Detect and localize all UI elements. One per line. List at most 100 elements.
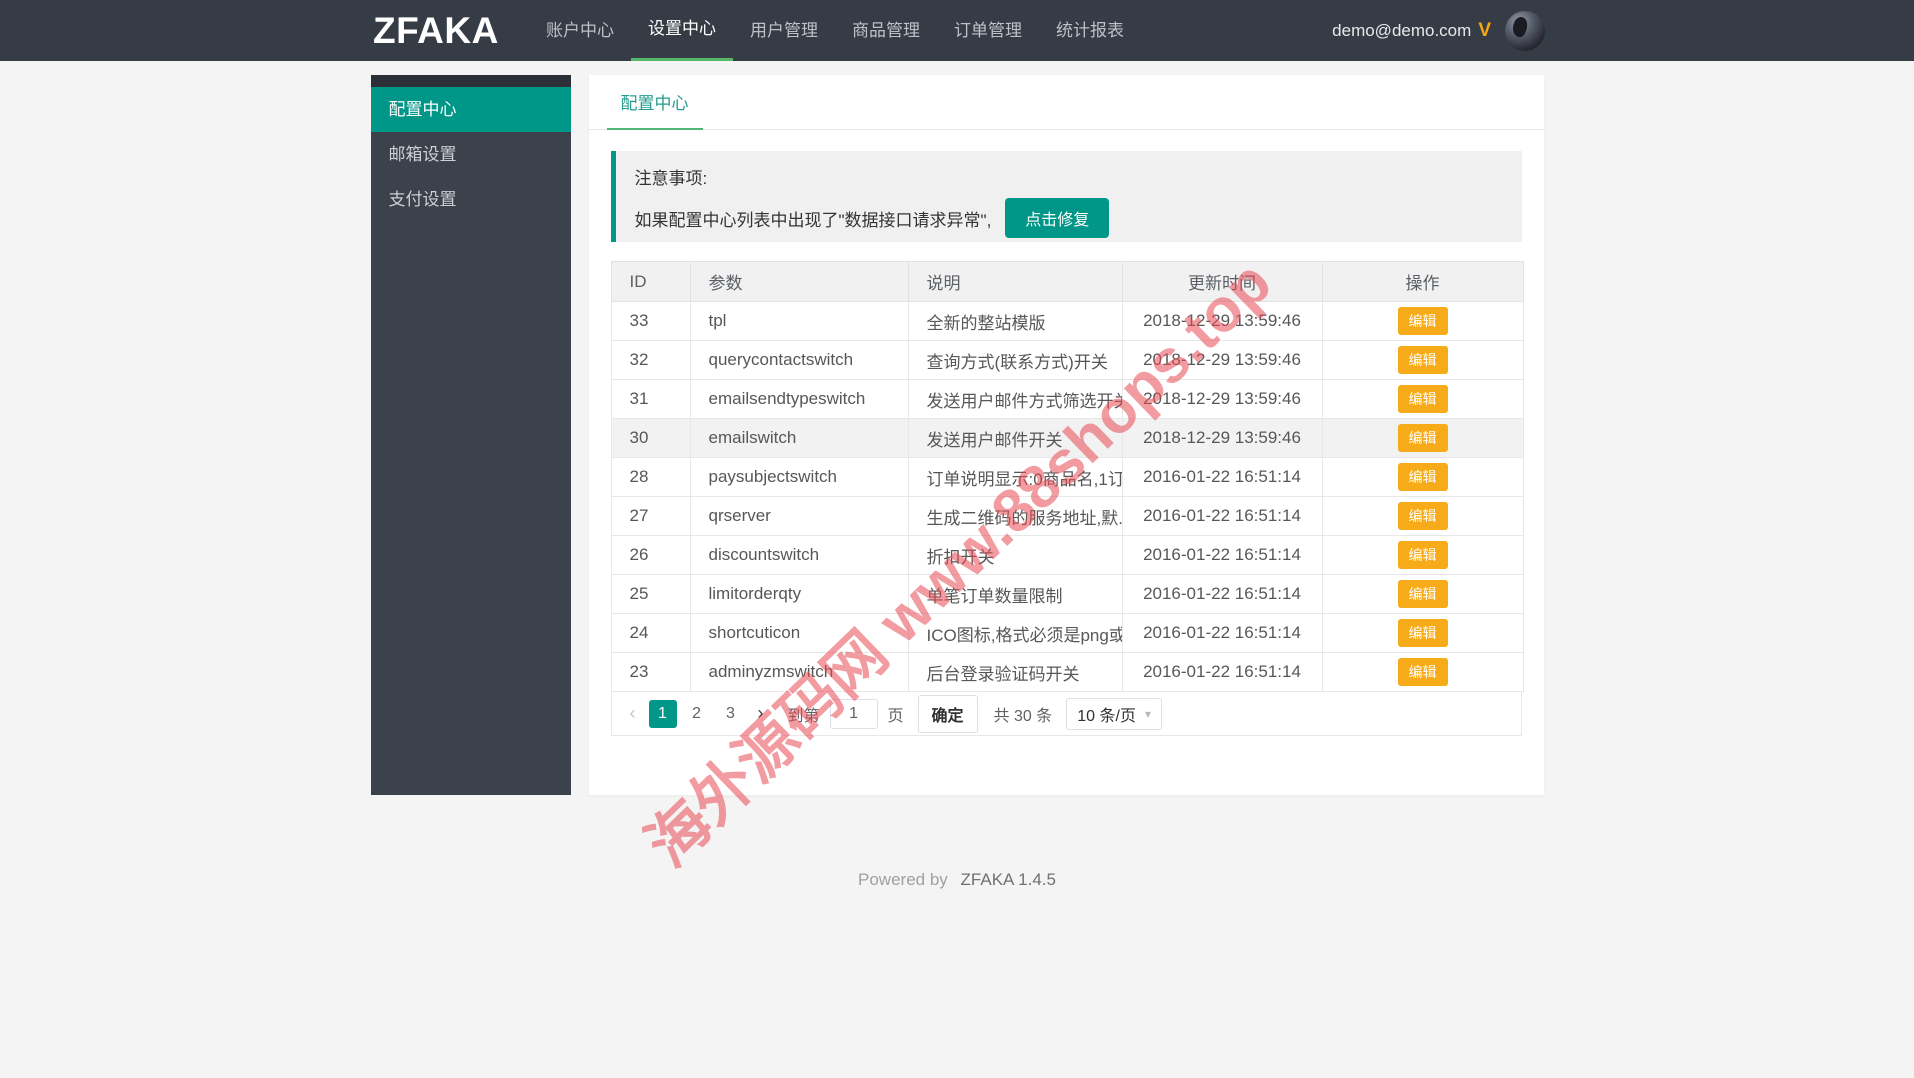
cell-desc: 订单说明显示:0商品名,1订... [907,457,1123,497]
cell-id: 25 [610,574,691,614]
table-row: 25 limitorderqty 单笔订单数量限制 2016-01-22 16:… [610,574,1524,614]
top-navbar: ZFAKA 账户中心 设置中心 用户管理 商品管理 订单管理 统计报表 demo… [0,0,1914,61]
table-row: 28 paysubjectswitch 订单说明显示:0商品名,1订... 20… [610,457,1524,497]
edit-button[interactable]: 编辑 [1397,541,1448,569]
cell-updated: 2016-01-22 16:51:14 [1121,535,1323,575]
cell-param: adminyzmswitch [689,652,909,692]
table-row: 27 qrserver 生成二维码的服务地址,默... 2016-01-22 1… [610,496,1524,536]
goto-label: 到第 [787,707,820,725]
cell-desc: 单笔订单数量限制 [907,574,1123,614]
cell-id: 27 [610,496,691,536]
table-row: 26 discountswitch 折扣开关 2016-01-22 16:51:… [610,535,1524,575]
page-unit-label: 页 [887,707,904,725]
edit-button[interactable]: 编辑 [1397,619,1448,647]
edit-button[interactable]: 编辑 [1397,307,1448,335]
cell-id: 30 [610,418,691,458]
edit-button[interactable]: 编辑 [1397,580,1448,608]
page-button-2[interactable]: 2 [683,700,711,728]
notice-body: 如果配置中心列表中出现了"数据接口请求异常", [634,210,992,230]
edit-button[interactable]: 编辑 [1397,502,1448,530]
cell-param: querycontactswitch [689,340,909,380]
edit-button[interactable]: 编辑 [1397,346,1448,374]
next-page-icon[interactable]: › [748,703,774,724]
cell-desc: 生成二维码的服务地址,默... [907,496,1123,536]
nav-item-account[interactable]: 账户中心 [529,0,631,61]
cell-desc: 发送用户邮件开关 [907,418,1123,458]
cell-desc: 后台登录验证码开关 [907,652,1123,692]
version-label: ZFAKA 1.4.5 [960,870,1056,889]
col-header-updated: 更新时间 [1121,261,1323,302]
cell-desc: 折扣开关 [907,535,1123,575]
col-header-actions: 操作 [1321,261,1524,302]
table-row: 33 tpl 全新的整站模版 2018-12-29 13:59:46 编辑 [610,301,1524,341]
cell-desc: 全新的整站模版 [907,301,1123,341]
fix-button[interactable]: 点击修复 [1005,198,1110,238]
cell-id: 32 [610,340,691,380]
cell-updated: 2016-01-22 16:51:14 [1121,652,1323,692]
nav-item-reports[interactable]: 统计报表 [1039,0,1141,61]
table-row: 24 shortcuticon ICO图标,格式必须是png或... 2016-… [610,613,1524,653]
config-table: ID 参数 说明 更新时间 操作 33 tpl 全新的整站模版 2018-12-… [610,261,1524,736]
edit-button[interactable]: 编辑 [1397,385,1448,413]
nav-item-products[interactable]: 商品管理 [835,0,937,61]
page-size-select[interactable]: 10 条/页 ▾ [1066,697,1162,730]
nav-item-users[interactable]: 用户管理 [733,0,835,61]
nav-item-settings[interactable]: 设置中心 [631,0,733,61]
powered-by-label: Powered by [858,870,948,889]
tabs-bar: 配置中心 [588,75,1544,130]
cell-id: 26 [610,535,691,575]
col-header-id: ID [610,261,691,302]
cell-param: emailsendtypeswitch [689,379,909,419]
table-header-row: ID 参数 说明 更新时间 操作 [610,261,1524,302]
user-email: demo@demo.com [1332,20,1472,40]
page-button-3[interactable]: 3 [717,700,745,728]
edit-button[interactable]: 编辑 [1397,424,1448,452]
cell-updated: 2016-01-22 16:51:14 [1121,457,1323,497]
cell-desc: 发送用户邮件方式筛选开关 [907,379,1123,419]
goto-page-input[interactable] [829,698,878,729]
pagination-bar: ‹ 1 2 3 › 到第 页 确定 共 30 条 10 条/页 ▾ [610,692,1522,736]
cell-param: discountswitch [689,535,909,575]
tab-config-center[interactable]: 配置中心 [606,75,703,130]
cell-id: 31 [610,379,691,419]
sidebar-item-config[interactable]: 配置中心 [370,87,571,132]
main-nav: 账户中心 设置中心 用户管理 商品管理 订单管理 统计报表 [529,0,1141,61]
sidebar-item-email[interactable]: 邮箱设置 [371,132,571,177]
cell-updated: 2018-12-29 13:59:46 [1121,301,1323,341]
cell-id: 24 [610,613,691,653]
col-header-param: 参数 [689,261,909,302]
cell-param: limitorderqty [689,574,909,614]
page-size-value: 10 条/页 [1077,707,1136,725]
edit-button[interactable]: 编辑 [1397,463,1448,491]
notice-title: 注意事项: [634,169,708,188]
cell-param: shortcuticon [689,613,909,653]
edit-button[interactable]: 编辑 [1397,658,1448,686]
avatar[interactable] [1505,10,1545,51]
nav-item-orders[interactable]: 订单管理 [937,0,1039,61]
cell-param: qrserver [689,496,909,536]
cell-param: paysubjectswitch [689,457,909,497]
cell-updated: 2016-01-22 16:51:14 [1121,613,1323,653]
sidebar-item-payment[interactable]: 支付设置 [371,177,571,222]
cell-updated: 2016-01-22 16:51:14 [1121,496,1323,536]
chevron-down-icon: ▾ [1144,706,1151,721]
cell-param: tpl [689,301,909,341]
prev-page-icon[interactable]: ‹ [620,703,646,724]
col-header-desc: 说明 [907,261,1123,302]
cell-id: 28 [610,457,691,497]
cell-updated: 2018-12-29 13:59:46 [1121,418,1323,458]
table-row: 32 querycontactswitch 查询方式(联系方式)开关 2018-… [610,340,1524,380]
confirm-button[interactable]: 确定 [917,694,978,733]
user-menu[interactable]: demo@demo.com V [1332,0,1545,61]
table-row: 30 emailswitch 发送用户邮件开关 2018-12-29 13:59… [610,418,1524,458]
page-button-1[interactable]: 1 [648,699,677,728]
vip-badge-icon: V [1478,19,1491,41]
cell-updated: 2018-12-29 13:59:46 [1121,340,1323,380]
cell-updated: 2018-12-29 13:59:46 [1121,379,1323,419]
cell-desc: ICO图标,格式必须是png或... [907,613,1123,653]
cell-id: 33 [610,301,691,341]
footer: Powered by ZFAKA 1.4.5 [371,870,1544,890]
sidebar-top-strip [370,75,571,87]
zfaka-logo[interactable]: ZFAKA [373,0,499,61]
cell-updated: 2016-01-22 16:51:14 [1121,574,1323,614]
